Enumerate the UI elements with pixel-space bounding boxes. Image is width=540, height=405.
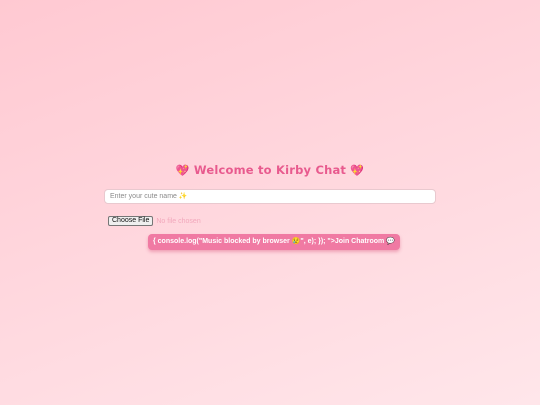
choose-file-button[interactable]: Choose File <box>108 216 154 226</box>
join-chatroom-button[interactable]: { console.log("Music blocked by browser … <box>148 234 400 250</box>
file-picker: Choose File No file chosen <box>108 216 201 226</box>
page-title-text: Welcome to Kirby Chat <box>193 163 347 177</box>
login-screen: 💖 Welcome to Kirby Chat 💖 Choose File No… <box>0 0 540 405</box>
name-input[interactable] <box>104 189 436 204</box>
sparkling-heart-icon: 💖 <box>175 164 190 177</box>
page-title: 💖 Welcome to Kirby Chat 💖 <box>0 163 540 177</box>
file-status-text: No file chosen <box>156 217 201 225</box>
sparkling-heart-icon: 💖 <box>350 164 365 177</box>
